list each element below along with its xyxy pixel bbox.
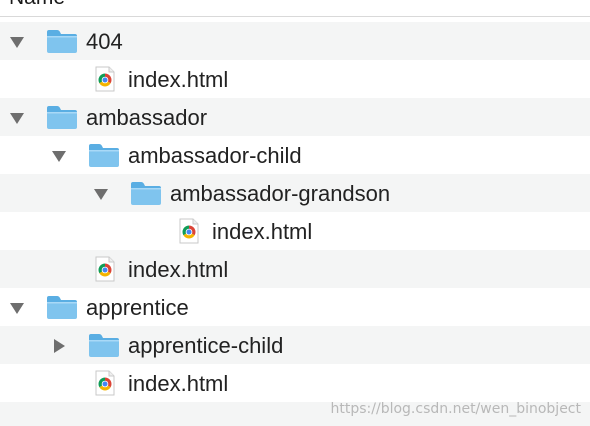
name-column-label[interactable]: Name: [9, 0, 65, 10]
folder-row[interactable]: ambassador-grandson: [0, 174, 590, 212]
folder-name: ambassador-grandson: [170, 181, 391, 206]
disclosure-expanded-icon[interactable]: [51, 148, 67, 164]
folder-name: 404: [86, 29, 123, 54]
file-row[interactable]: index.html: [0, 250, 590, 288]
file-row[interactable]: index.html: [0, 212, 590, 250]
folder-icon: [130, 180, 162, 206]
folder-icon: [46, 104, 78, 130]
file-name: index.html: [212, 219, 313, 244]
folder-row[interactable]: ambassador: [0, 98, 590, 136]
disclosure-expanded-icon[interactable]: [9, 34, 25, 50]
file-name: index.html: [128, 257, 229, 282]
folder-icon: [46, 294, 78, 320]
disclosure-expanded-icon[interactable]: [9, 110, 25, 126]
folder-icon: [88, 142, 120, 168]
folder-icon: [46, 28, 78, 54]
column-header[interactable]: Name: [0, 0, 590, 17]
folder-name: apprentice-child: [128, 333, 284, 358]
disclosure-collapsed-icon[interactable]: [51, 338, 67, 354]
file-row[interactable]: index.html: [0, 60, 590, 98]
file-tree: 404 index.html ambassador ambassador-child a…: [0, 22, 590, 402]
chrome-html-file-icon: [94, 66, 116, 92]
chrome-html-file-icon: [94, 256, 116, 282]
file-name: index.html: [128, 371, 229, 396]
file-name: index.html: [128, 67, 229, 92]
folder-name: ambassador-child: [128, 143, 302, 168]
folder-row[interactable]: ambassador-child: [0, 136, 590, 174]
file-row[interactable]: index.html: [0, 364, 590, 402]
chrome-html-file-icon: [94, 370, 116, 396]
folder-row[interactable]: apprentice: [0, 288, 590, 326]
folder-row[interactable]: 404: [0, 22, 590, 60]
chrome-html-file-icon: [178, 218, 200, 244]
folder-name: apprentice: [86, 295, 189, 320]
folder-icon: [88, 332, 120, 358]
disclosure-expanded-icon[interactable]: [9, 300, 25, 316]
folder-row[interactable]: apprentice-child: [0, 326, 590, 364]
disclosure-expanded-icon[interactable]: [93, 186, 109, 202]
watermark-text: https://blog.csdn.net/wen_binobject: [330, 401, 581, 417]
folder-name: ambassador: [86, 105, 208, 130]
finder-list-view: Name 404index.htmlambassadorambassador-c…: [0, 0, 590, 426]
